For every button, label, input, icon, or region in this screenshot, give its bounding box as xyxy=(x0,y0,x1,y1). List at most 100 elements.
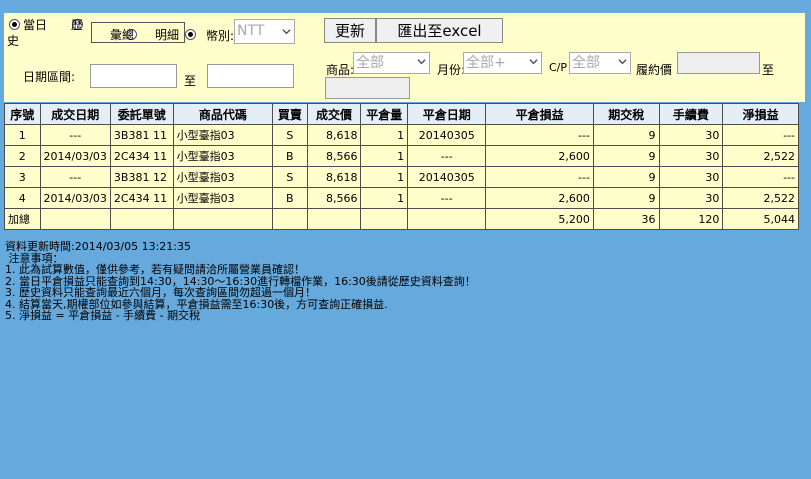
col-header-side: 買賣 xyxy=(272,103,308,125)
table-cell: 8,618 xyxy=(306,166,362,188)
table-cell: 9 xyxy=(592,166,660,188)
table-cell: 9 xyxy=(592,145,660,167)
col-header-seq: 序號 xyxy=(4,103,41,125)
table-cell: --- xyxy=(39,124,111,146)
table-cell xyxy=(272,208,308,230)
table-cell: 1 xyxy=(360,166,409,188)
table-cell: --- xyxy=(722,166,799,188)
table-cell: 5,200 xyxy=(485,208,594,230)
notes-section: 資料更新時間:2014/03/05 13:21:35 注意事項： 1. 此為試算… xyxy=(5,241,476,322)
export-excel-button[interactable]: 匯出至excel xyxy=(376,18,503,43)
table-row: 2 2014/03/03 2C434 11 小型臺指03 B 8,566 1 --- 2,600… xyxy=(4,145,799,167)
table-cell: --- xyxy=(485,124,594,146)
currency-select-value: NTT xyxy=(237,23,265,39)
today-radio[interactable] xyxy=(9,19,20,30)
table-cell: 30 xyxy=(658,145,724,167)
table-cell: 3B381 12 xyxy=(109,166,174,188)
table-cell: 小型臺指03 xyxy=(172,187,274,209)
table-cell: 9 xyxy=(592,187,660,209)
date-range-label: 日期區間: xyxy=(23,70,76,84)
table-cell: 5,044 xyxy=(722,208,799,230)
chevron-down-icon xyxy=(282,29,291,35)
table-cell: 8,566 xyxy=(306,145,362,167)
table-cell: 120 xyxy=(658,208,724,230)
cp-label: C/P xyxy=(549,61,568,74)
strike-price-to-input[interactable] xyxy=(325,77,410,99)
table-cell: 3B381 11 xyxy=(109,124,174,146)
table-cell: 8,618 xyxy=(306,124,362,146)
table-row: 3 --- 3B381 12 小型臺指03 S 8,618 1 20140305 --- 9 30-… xyxy=(4,166,799,188)
col-header-product: 商品代碼 xyxy=(172,103,274,125)
history-radio-label: 歷 xyxy=(71,18,84,32)
history-radio-label-wrap: 史 xyxy=(7,34,20,48)
table-cell: 20140305 xyxy=(407,166,487,188)
strike-price-label: 履約價 xyxy=(636,63,673,77)
product-select-value: 全部 xyxy=(356,55,384,71)
currency-select[interactable]: NTT xyxy=(234,19,295,44)
table-cell: S xyxy=(272,166,308,188)
chevron-down-icon xyxy=(417,59,426,65)
cp-select[interactable]: 全部 xyxy=(569,52,631,74)
table-cell: B xyxy=(272,187,308,209)
table-cell: 2 xyxy=(4,145,41,167)
col-header-order-no: 委託單號 xyxy=(109,103,174,125)
table-cell: --- xyxy=(407,187,487,209)
strike-price-from-input[interactable] xyxy=(677,52,760,74)
table-cell xyxy=(109,208,174,230)
table-cell: 1 xyxy=(4,124,41,146)
product-select[interactable]: 全部 xyxy=(353,52,430,74)
table-cell: S xyxy=(272,124,308,146)
start-date-input[interactable] xyxy=(90,64,177,88)
table-cell: 30 xyxy=(658,166,724,188)
table-cell: --- xyxy=(485,166,594,188)
month-label: 月份: xyxy=(437,63,466,77)
col-header-fee: 手續費 xyxy=(658,103,724,125)
today-radio-label: 當日 xyxy=(23,18,48,32)
table-cell: 30 xyxy=(658,124,724,146)
table-row: 1 --- 3B381 11 小型臺指03 S 8,618 1 20140305 --- 9 30-… xyxy=(4,124,799,146)
table-cell: 1 xyxy=(360,124,409,146)
table-cell: 20140305 xyxy=(407,124,487,146)
table-cell: 8,566 xyxy=(306,187,362,209)
table-cell: 2C434 11 xyxy=(109,145,174,167)
table-cell: 9 xyxy=(592,124,660,146)
chevron-down-icon xyxy=(529,59,538,65)
table-cell: 2,522 xyxy=(722,187,799,209)
detail-radio-label: 明細 xyxy=(155,28,180,42)
summary-radio-label: 彙總 xyxy=(110,28,135,42)
table-cell: 2,600 xyxy=(485,187,594,209)
product-label: 商品: xyxy=(326,63,355,77)
note-item: 1. 此為試算數值，僅供參考，若有疑問請洽所屬營業員確認！ xyxy=(5,263,305,276)
date-to-label: 至 xyxy=(184,74,197,88)
table-cell: 小型臺指03 xyxy=(172,166,274,188)
table-cell: 30 xyxy=(658,187,724,209)
table-cell: 1 xyxy=(360,187,409,209)
col-header-trade-date: 成交日期 xyxy=(39,103,111,125)
note-item: 3. 歷史資料只能查詢最近六個月，每次查詢區間勿超過一個月！ xyxy=(5,286,316,299)
table-cell: 加總 xyxy=(4,208,41,230)
note-item: 5. 淨損益 = 平倉損益 - 手續費 - 期交稅 xyxy=(5,309,201,322)
table-cell: 4 xyxy=(4,187,41,209)
table-cell xyxy=(407,208,487,230)
table-cell xyxy=(306,208,362,230)
table-cell: 2014/03/03 xyxy=(39,187,111,209)
table-cell xyxy=(39,208,111,230)
end-date-input[interactable] xyxy=(207,64,294,88)
table-header-row: 序號 成交日期 委託單號 商品代碼 買賣 成交價 平倉量 平倉日期 平倉損益 期… xyxy=(4,103,799,125)
table-cell xyxy=(360,208,409,230)
table-cell: B xyxy=(272,145,308,167)
table-cell xyxy=(172,208,274,230)
table-cell: 3 xyxy=(4,166,41,188)
table-cell: 小型臺指03 xyxy=(172,145,274,167)
table-cell: 1 xyxy=(360,145,409,167)
currency-label: 幣別: xyxy=(206,29,235,43)
table-row: 4 2014/03/03 2C434 11 小型臺指03 B 8,566 1 --- 2,600… xyxy=(4,187,799,209)
refresh-button[interactable]: 更新 xyxy=(324,18,376,43)
month-select[interactable]: 全部+ xyxy=(463,52,542,74)
table-cell: --- xyxy=(407,145,487,167)
table-cell: 2,522 xyxy=(722,145,799,167)
col-header-close-date: 平倉日期 xyxy=(407,103,487,125)
table-cell: --- xyxy=(39,166,111,188)
table-cell: 36 xyxy=(592,208,660,230)
table-cell: 2,600 xyxy=(485,145,594,167)
